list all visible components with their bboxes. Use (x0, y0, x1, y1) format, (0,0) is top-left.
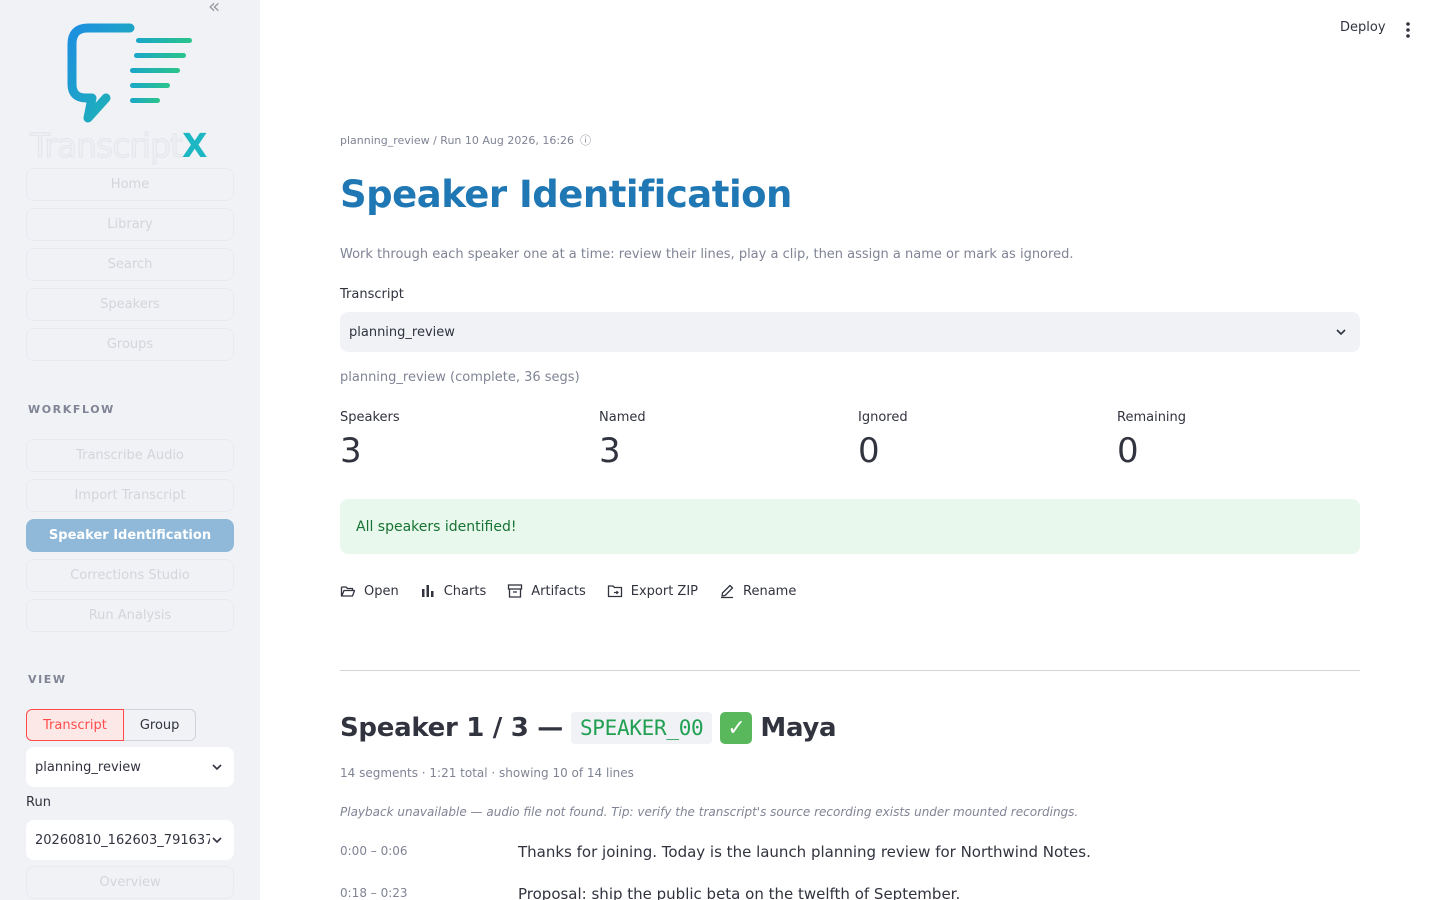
run-label: Run (26, 795, 51, 810)
speaker-name: Maya (760, 713, 837, 743)
deploy-button[interactable]: Deploy (1340, 20, 1386, 35)
metric-ignored: Ignored 0 (858, 410, 908, 471)
playback-note: Playback unavailable — audio file not fo… (340, 805, 1079, 819)
collapse-sidebar-icon[interactable]: « (208, 0, 220, 18)
metric-label: Speakers (340, 410, 400, 425)
speaker-heading: Speaker 1 / 3 — SPEAKER_00 ✓ Maya (340, 712, 837, 744)
view-section-title: VIEW (28, 673, 67, 686)
nav-overview-button[interactable]: Overview (26, 866, 234, 899)
metric-value: 3 (599, 431, 621, 471)
nav-home-button[interactable]: Home (26, 168, 234, 201)
pencil-icon (721, 584, 734, 599)
sidebar-transcript-select[interactable]: planning_review (26, 747, 234, 787)
rename-button[interactable]: Rename (719, 583, 796, 599)
open-label: Open (364, 583, 399, 599)
export-folder-icon (607, 585, 622, 598)
nav-search-button[interactable]: Search (26, 248, 234, 281)
nav-transcribe-audio-button[interactable]: Transcribe Audio (26, 439, 234, 472)
transcript-select[interactable]: planning_review (340, 312, 1360, 352)
metric-value: 3 (340, 431, 362, 471)
charts-label: Charts (443, 583, 487, 599)
workflow-section-title: WORKFLOW (28, 403, 115, 416)
metric-speakers: Speakers 3 (340, 410, 400, 471)
chevron-down-icon (1336, 329, 1346, 336)
run-select-value: 20260810_162603_7916375 (35, 832, 210, 848)
speaker-id-code: SPEAKER_00 (570, 712, 713, 744)
metric-remaining: Remaining 0 (1117, 410, 1186, 471)
metric-label: Ignored (858, 410, 908, 425)
sidebar: « TranscriptX Home Library Search Speake… (0, 0, 260, 900)
nav-groups-button[interactable]: Groups (26, 328, 234, 361)
nav-speakers-button[interactable]: Speakers (26, 288, 234, 321)
open-button[interactable]: Open (340, 583, 399, 599)
nav-library-button[interactable]: Library (26, 208, 234, 241)
page-title: Speaker Identification (340, 173, 792, 216)
segment-row: 0:00 – 0:06 Thanks for joining. Today is… (340, 843, 1091, 861)
view-toggle-group[interactable]: Group (123, 709, 197, 741)
metric-value: 0 (1117, 431, 1139, 471)
transcript-field-label: Transcript (340, 287, 404, 302)
nav-speaker-identification-button[interactable]: Speaker Identification (26, 519, 234, 552)
segment-time: 0:18 – 0:23 (340, 886, 408, 900)
chevron-down-icon (212, 837, 222, 844)
export-zip-button[interactable]: Export ZIP (607, 583, 698, 599)
segment-row: 0:18 – 0:23 Proposal: ship the public be… (340, 885, 960, 900)
divider (340, 670, 1360, 671)
view-toggle: Transcript Group (26, 709, 197, 741)
segment-text: Proposal: ship the public beta on the tw… (518, 885, 961, 900)
speaker-counter: Speaker 1 / 3 — (340, 713, 563, 743)
breadcrumb: planning_review / Run 10 Aug 2026, 16:26… (340, 132, 591, 148)
run-select[interactable]: 20260810_162603_7916375 (26, 820, 234, 860)
nav-run-analysis-button[interactable]: Run Analysis (26, 599, 234, 632)
nav-import-transcript-button[interactable]: Import Transcript (26, 479, 234, 512)
archive-icon (508, 584, 523, 598)
metric-label: Named (599, 410, 646, 425)
bar-chart-icon (421, 585, 434, 597)
artifacts-button[interactable]: Artifacts (507, 583, 586, 599)
chevron-down-icon (212, 764, 222, 771)
folder-open-icon (340, 586, 356, 597)
check-mark-icon: ✓ (720, 712, 753, 744)
action-bar: Open Charts Artifacts Export ZIP Rename (340, 583, 796, 599)
artifacts-label: Artifacts (531, 583, 586, 599)
success-alert: All speakers identified! (340, 499, 1360, 554)
page-description: Work through each speaker one at a time:… (340, 247, 1074, 262)
segment-text: Thanks for joining. Today is the launch … (518, 843, 1091, 861)
transcript-status: planning_review (complete, 36 segs) (340, 370, 580, 385)
view-toggle-transcript[interactable]: Transcript (26, 709, 124, 741)
breadcrumb-text: planning_review / Run 10 Aug 2026, 16:26 (340, 134, 575, 147)
export-zip-label: Export ZIP (630, 583, 699, 599)
rename-label: Rename (743, 583, 797, 599)
more-menu-icon[interactable] (1400, 20, 1416, 40)
transcript-select-value: planning_review (349, 324, 455, 340)
metric-named: Named 3 (599, 410, 646, 471)
brand-wordmark: TranscriptX (30, 126, 208, 166)
segment-time: 0:00 – 0:06 (340, 844, 408, 858)
speaker-meta: 14 segments · 1:21 total · showing 10 of… (340, 766, 634, 780)
sidebar-transcript-select-value: planning_review (35, 759, 141, 775)
info-icon[interactable]: ⓘ (580, 134, 591, 147)
nav-corrections-studio-button[interactable]: Corrections Studio (26, 559, 234, 592)
metric-label: Remaining (1117, 410, 1187, 425)
metric-value: 0 (858, 431, 880, 471)
charts-button[interactable]: Charts (420, 583, 487, 599)
